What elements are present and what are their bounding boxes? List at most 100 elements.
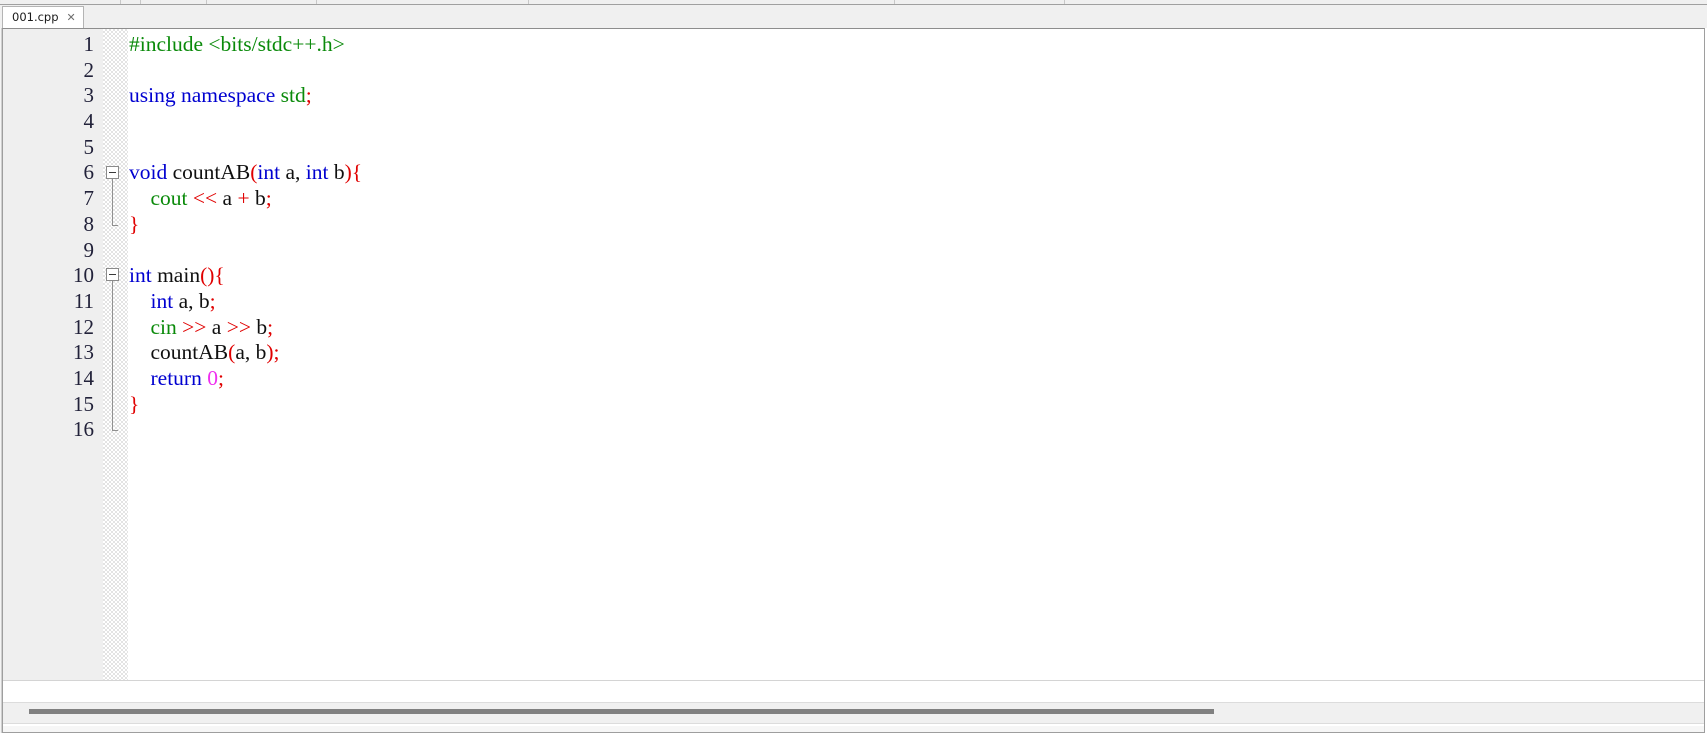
toolbar-separator [206, 0, 207, 4]
code-token-op: ; [209, 288, 216, 313]
line-number: 14 [73, 365, 94, 390]
line-number: 5 [83, 134, 95, 159]
code-token-lib: std [280, 83, 306, 108]
toolbar-separator [894, 0, 895, 4]
code-token-brace: } [129, 211, 140, 236]
code-token-brace: ) [344, 160, 352, 185]
toolbar-separator [316, 0, 317, 4]
code-line: int main(){ [128, 263, 1704, 289]
code-token-num: 0 [207, 365, 218, 390]
line-number: 6 [83, 160, 95, 185]
code-token-kw: using namespace [129, 83, 281, 108]
code-token-op: ; [217, 365, 224, 390]
line-number: 4 [83, 109, 95, 134]
toolbar-separator [528, 0, 529, 4]
code-token-op: << [192, 186, 223, 211]
code-line: void countAB(int a, int b){ [128, 160, 1704, 186]
line-number: 11 [73, 288, 94, 313]
tab-title: 001.cpp [12, 9, 59, 24]
line-number: 10 [73, 263, 94, 288]
code-token-lib: cout [150, 186, 193, 211]
code-folding-margin [103, 29, 128, 680]
line-number: 16 [73, 417, 94, 442]
code-token-kw: int [257, 160, 286, 185]
code-token-op: + [237, 186, 255, 211]
code-token-kw: int [305, 160, 334, 185]
toolbar-separator [1064, 0, 1065, 4]
fold-collapse-icon[interactable] [106, 165, 119, 179]
fold-range-line [112, 178, 118, 227]
fold-collapse-icon[interactable] [106, 268, 119, 282]
code-text-area[interactable]: #include <bits/stdc++.h> using namespace… [128, 29, 1704, 680]
code-line: int a, b; [128, 289, 1704, 315]
code-token-id: main [157, 263, 201, 288]
code-token-brace: { [214, 263, 225, 288]
fold-range-line [112, 281, 118, 432]
code-line: return 0; [128, 366, 1704, 392]
code-line: cout << a + b; [128, 186, 1704, 212]
code-token-id: a, b [235, 340, 267, 365]
code-line: countAB(a, b); [128, 340, 1704, 366]
code-token-id: b [333, 160, 345, 185]
line-number-gutter: 1 2 3 4 5 6 7 8 9 10 11 12 13 14 15 16 [3, 29, 103, 680]
frame-bottom-edge [3, 726, 1704, 732]
code-token-op: >> [226, 314, 257, 339]
line-number: 2 [83, 57, 95, 82]
code-token-op: ; [305, 83, 312, 108]
code-token-id: countAB [150, 340, 229, 365]
line-number: 8 [83, 211, 95, 236]
code-token-op: ; [267, 314, 274, 339]
code-token-kw: int [150, 288, 179, 313]
code-token-brace: } [129, 391, 140, 416]
line-number: 9 [83, 237, 95, 262]
code-editor: 1 2 3 4 5 6 7 8 9 10 11 12 13 14 15 16 #include <bits/s… [2, 28, 1705, 733]
code-line: cin >> a >> b; [128, 315, 1704, 341]
toolbar-separator [140, 0, 141, 4]
code-token-brace: { [351, 160, 363, 185]
code-token-op: ; [273, 340, 280, 365]
code-token-op: >> [182, 314, 212, 339]
scrollbar-thumb[interactable] [29, 709, 1214, 714]
horizontal-scrollbar-region [3, 680, 1704, 732]
code-token-id: countAB [172, 160, 251, 185]
line-number: 15 [73, 391, 94, 416]
code-token-lib: cin [150, 314, 183, 339]
code-token-id: b [254, 186, 266, 211]
code-line: } [128, 392, 1704, 418]
line-number: 1 [83, 32, 95, 56]
line-number: 13 [73, 340, 94, 365]
code-token-id: a, [285, 160, 306, 185]
line-number: 12 [73, 314, 94, 339]
line-number: 7 [83, 186, 95, 211]
code-token-kw: int [129, 263, 158, 288]
code-line: } [128, 212, 1704, 238]
close-icon[interactable]: ✕ [67, 12, 76, 23]
code-token-lib: <bits/stdc++.h> [208, 32, 345, 56]
code-token-id: a, b [178, 288, 210, 313]
tab-001-cpp[interactable]: 001.cpp ✕ [2, 6, 84, 28]
editor-body: 1 2 3 4 5 6 7 8 9 10 11 12 13 14 15 16 #include <bits/s… [3, 29, 1704, 680]
code-token-op: ; [265, 186, 272, 211]
line-number: 3 [83, 83, 95, 108]
code-line: using namespace std; [128, 83, 1704, 109]
horizontal-scrollbar[interactable] [3, 702, 1704, 724]
code-line: #include <bits/stdc++.h> [128, 32, 1704, 58]
code-token-kw: void [129, 160, 173, 185]
code-token-kw: return [150, 365, 208, 390]
tab-bar: 001.cpp ✕ [0, 5, 1707, 28]
code-token-pre: #include [129, 32, 209, 56]
code-token-id: b [256, 314, 268, 339]
code-token-id: a [211, 314, 227, 339]
code-token-brace: ) [266, 340, 274, 365]
code-token-brace: () [200, 263, 215, 288]
